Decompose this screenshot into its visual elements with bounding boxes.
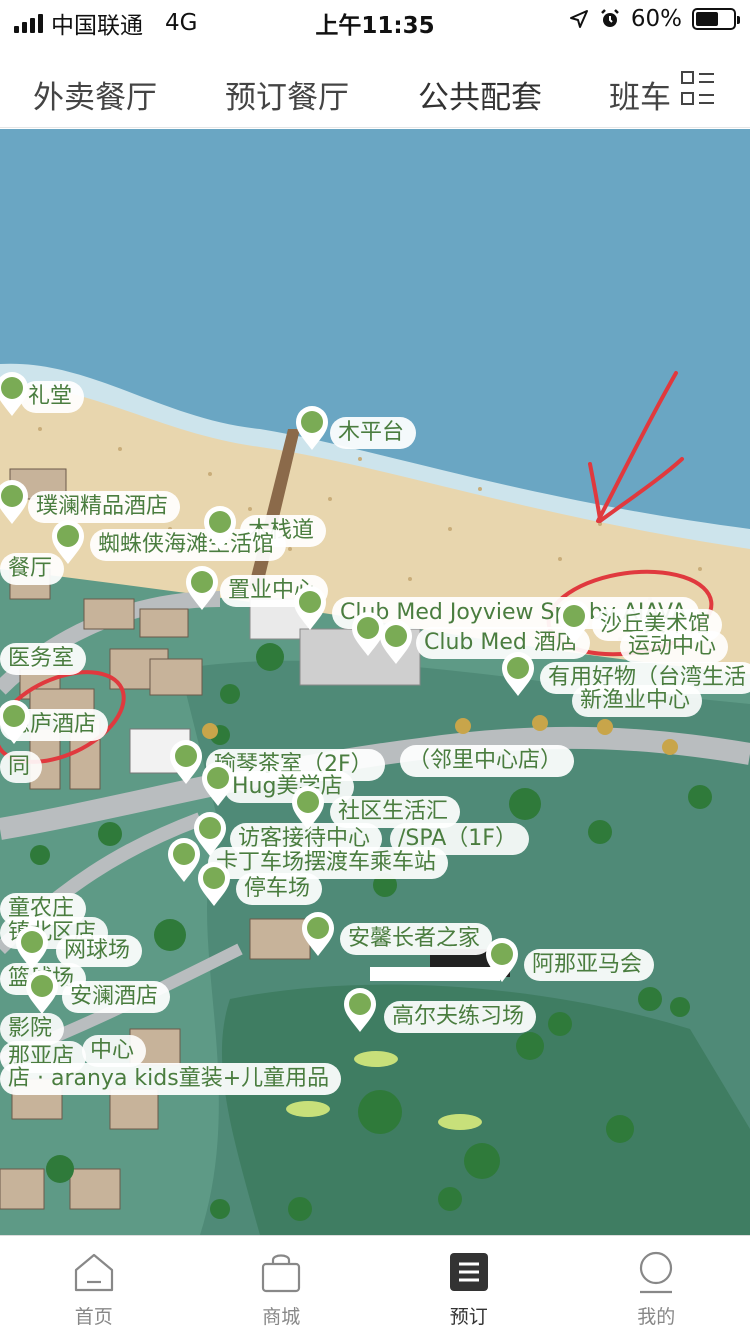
grid-menu-icon[interactable] [680, 70, 716, 106]
tab-shuttle-bus[interactable]: 班车 [609, 72, 671, 117]
location-arrow-icon [569, 10, 588, 28]
profile-icon [640, 1251, 673, 1294]
nav-profile-label: 我的 [637, 1306, 676, 1328]
tab-book-restaurant[interactable]: 预订餐厅 [225, 72, 349, 117]
map-pin-icon[interactable] [294, 405, 330, 451]
label-neighborhood-store[interactable]: （邻里中心店） [400, 745, 575, 777]
label-sports-center[interactable]: 运动中心 [620, 631, 729, 663]
label-horse-club[interactable]: 阿那亚马会 [524, 949, 655, 981]
map-pin-icon[interactable] [378, 619, 414, 665]
map-pin-icon[interactable] [0, 479, 30, 525]
map-pin-icon[interactable] [0, 699, 32, 745]
map-pin-icon[interactable] [184, 565, 220, 611]
home-icon [74, 1253, 113, 1292]
nav-mall[interactable]: 商城 [188, 1236, 376, 1334]
map-pin-icon[interactable] [290, 785, 326, 831]
nav-mall-label: 商城 [262, 1306, 301, 1328]
map-pin-icon[interactable] [500, 651, 536, 697]
map-pin-icon[interactable] [292, 585, 328, 631]
alarm-icon [600, 9, 619, 27]
tab-public-facilities[interactable]: 公共配套 [416, 72, 544, 133]
label-golf-range[interactable]: 高尔夫练习场 [384, 1001, 537, 1033]
battery-icon [692, 8, 740, 30]
map-pin-icon[interactable] [24, 969, 60, 1015]
map-pin-icon[interactable] [484, 937, 520, 983]
map-pin-icon[interactable] [168, 739, 204, 785]
label-senior-home[interactable]: 安馨长者之家 [340, 923, 493, 955]
battery-percent: 60% [630, 6, 682, 32]
booking-list-icon [449, 1253, 488, 1291]
map-pin-icon[interactable] [342, 987, 378, 1033]
map-pin-icon[interactable] [14, 925, 50, 971]
map-pin-icon[interactable] [300, 911, 336, 957]
label-tong[interactable]: 同 [0, 751, 43, 783]
label-spiderman-beach[interactable]: 蜘蛛侠海滩生活馆 [90, 529, 287, 561]
label-anlan-hotel[interactable]: 安澜酒店 [62, 981, 171, 1013]
label-clinic[interactable]: 医务室 [0, 643, 87, 675]
map-pin-icon[interactable] [202, 505, 238, 551]
map-pin-icon[interactable] [556, 599, 592, 645]
nav-booking[interactable]: 预订 [375, 1236, 563, 1334]
nav-home-label: 首页 [74, 1306, 113, 1328]
map-pin-icon[interactable] [50, 519, 86, 565]
tab-takeout-restaurant[interactable]: 外卖餐厅 [33, 72, 157, 117]
map-pin-icon[interactable] [196, 861, 232, 907]
status-right: 60% [569, 6, 740, 32]
map-pin-icon[interactable] [0, 371, 30, 417]
label-fishery-center[interactable]: 新渔业中心 [572, 685, 703, 717]
status-bar: 中国联通 4G 上午11:35 60% [0, 0, 750, 40]
label-aranya-kids[interactable]: 店 · aranya kids童装+儿童用品 [0, 1063, 342, 1095]
bottom-navigation: 首页 商城 预订 我的 [0, 1235, 750, 1334]
nav-booking-label: 预订 [449, 1306, 488, 1328]
label-wood-deck[interactable]: 木平台 [330, 417, 417, 449]
map-pin-icon[interactable] [200, 761, 236, 807]
nav-home[interactable]: 首页 [0, 1236, 188, 1334]
category-tab-bar: 外卖餐厅 预订餐厅 公共配套 班车 [0, 40, 750, 133]
label-parking[interactable]: 停车场 [236, 873, 323, 905]
shopping-bag-icon [262, 1254, 301, 1293]
facility-map[interactable]: 礼堂 木平台 璞澜精品酒店 木栈道 蜘蛛侠海滩生活馆 餐厅 置业中心 Club … [0, 129, 750, 1235]
nav-profile[interactable]: 我的 [563, 1236, 750, 1334]
